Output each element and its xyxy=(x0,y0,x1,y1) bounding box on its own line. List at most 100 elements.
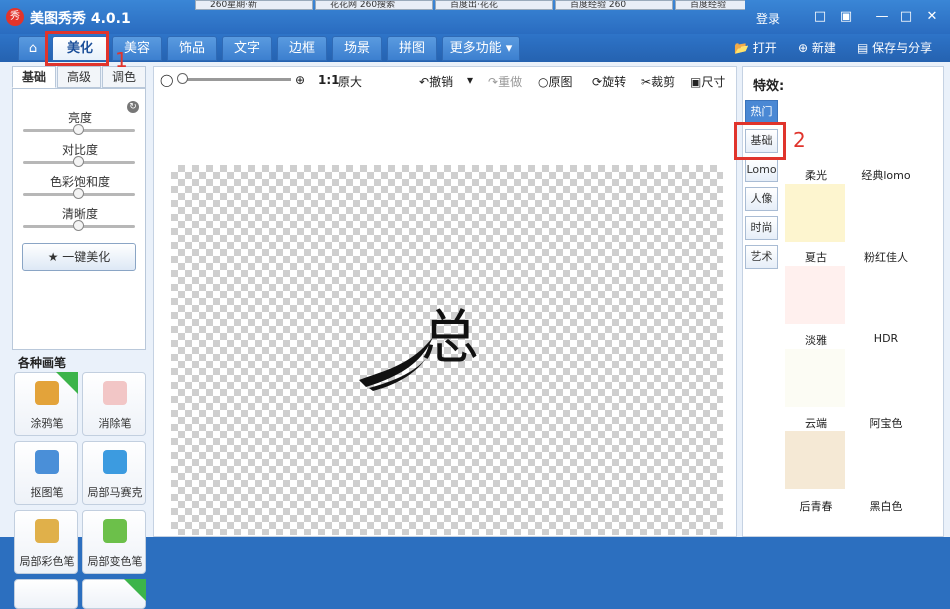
undo-label: 撤销 xyxy=(429,75,454,89)
effect-elegant[interactable]: 淡雅 xyxy=(780,332,852,348)
skin-icon[interactable]: ▣ xyxy=(836,8,856,26)
annotation-marker-1: 1 xyxy=(115,48,128,72)
annotation-marker-2: 2 xyxy=(793,128,806,152)
browser-tab[interactable]: 260星期·新 xyxy=(195,0,313,10)
zoom-slider[interactable] xyxy=(179,78,291,81)
minimize-icon[interactable]: — xyxy=(872,8,892,26)
login-link[interactable]: 登录 xyxy=(756,10,780,27)
eraser-icon xyxy=(103,381,127,405)
recolor-pen-button[interactable]: 局部变色笔 xyxy=(82,510,146,574)
subtab-basic[interactable]: 基础 xyxy=(12,66,56,88)
redo-icon: ↷ xyxy=(488,75,499,89)
maximize-icon[interactable]: □ xyxy=(896,8,916,26)
undo-dropdown-icon[interactable]: ▾ xyxy=(467,73,473,87)
zoom-ratio[interactable]: 1:1 xyxy=(318,73,340,87)
new-button[interactable]: ⊕ 新建 xyxy=(798,39,836,56)
eraser-pen-button[interactable]: 消除笔 xyxy=(82,372,146,436)
effect-youth[interactable]: 后青春 xyxy=(780,498,852,514)
effect-hdr[interactable]: HDR xyxy=(850,332,922,345)
sharpness-knob[interactable] xyxy=(73,220,84,231)
category-fashion[interactable]: 时尚 xyxy=(745,216,778,240)
category-lomo[interactable]: Lomo xyxy=(745,158,778,182)
open-label: 打开 xyxy=(752,41,777,55)
effect-classic-lomo[interactable]: 经典lomo xyxy=(850,167,922,183)
browser-tab[interactable]: 花花网 260搜索 xyxy=(315,0,433,10)
tab-text[interactable]: 文字 xyxy=(222,36,272,61)
subtab-advanced[interactable]: 高级 xyxy=(57,66,101,88)
brush-icon xyxy=(35,381,59,405)
effect-thumbnail[interactable] xyxy=(785,184,845,242)
new-label: 新建 xyxy=(811,41,836,55)
effects-title: 特效: xyxy=(753,79,785,94)
redo-button[interactable]: ↷重做 xyxy=(488,73,522,90)
effect-thumbnail[interactable] xyxy=(785,349,845,407)
brightness-knob[interactable] xyxy=(73,124,84,135)
browser-tab[interactable]: 百度出·花花 xyxy=(435,0,553,10)
browser-tab[interactable]: 百度经验 260 xyxy=(555,0,673,10)
contrast-knob[interactable] xyxy=(73,156,84,167)
crop-button[interactable]: ✂裁剪 xyxy=(641,73,675,90)
effect-soft-light[interactable]: 柔光 xyxy=(780,167,852,183)
rotate-icon: ⟳ xyxy=(592,75,603,89)
circle-icon: ○ xyxy=(538,75,549,89)
plus-icon: ⊕ xyxy=(798,41,809,55)
new-pen-button[interactable] xyxy=(82,579,146,609)
tab-decorations[interactable]: 饰品 xyxy=(167,36,217,61)
folder-icon: 📂 xyxy=(734,41,749,55)
original-size-button[interactable]: 原大 xyxy=(338,73,362,90)
color-pen-button[interactable]: 局部彩色笔 xyxy=(14,510,78,574)
mosaic-pen-button[interactable]: 局部马赛克 xyxy=(82,441,146,505)
zoom-knob[interactable] xyxy=(177,73,188,84)
category-art[interactable]: 艺术 xyxy=(745,245,778,269)
browser-tab[interactable]: 百度经验 xyxy=(675,0,745,10)
resize-label: 尺寸 xyxy=(701,75,726,89)
eraser-pen-label: 消除笔 xyxy=(98,417,132,430)
effect-abao-color[interactable]: 阿宝色 xyxy=(850,415,922,431)
zoom-in-icon[interactable]: ⊕ xyxy=(295,73,305,87)
rotate-button[interactable]: ⟳旋转 xyxy=(592,73,626,90)
category-popular[interactable]: 热门 xyxy=(745,100,778,124)
new-ribbon xyxy=(124,579,146,601)
tab-more-features[interactable]: 更多功能 ▾ xyxy=(442,36,520,61)
more-pen-button[interactable] xyxy=(14,579,78,609)
color-brush-icon xyxy=(35,519,59,543)
effect-pink-lady[interactable]: 粉红佳人 xyxy=(850,249,922,265)
undo-icon: ↶ xyxy=(419,75,430,89)
saturation-knob[interactable] xyxy=(73,188,84,199)
undo-button[interactable]: ↶撤销 xyxy=(419,73,453,90)
open-button[interactable]: 📂 打开 xyxy=(734,39,777,56)
tab-frames[interactable]: 边框 xyxy=(277,36,327,61)
home-icon[interactable]: ⌂ xyxy=(18,36,48,61)
recolor-pen-label: 局部变色笔 xyxy=(87,555,143,568)
feedback-icon[interactable]: □ xyxy=(810,8,830,26)
effect-retro[interactable]: 夏古 xyxy=(780,249,852,265)
annotation-box-2 xyxy=(734,122,786,160)
close-icon[interactable]: ✕ xyxy=(922,8,942,26)
color-pen-label: 局部彩色笔 xyxy=(19,555,75,568)
title-bar: 秀 美图秀秀 4.0.1 260星期·新 花花网 260搜索 百度出·花花 百度… xyxy=(0,0,950,34)
original-image-button[interactable]: ○原图 xyxy=(538,73,573,90)
tab-scenes[interactable]: 场景 xyxy=(332,36,382,61)
save-share-button[interactable]: ▤ 保存与分享 xyxy=(857,39,932,56)
cutout-pen-button[interactable]: 抠图笔 xyxy=(14,441,78,505)
canvas-character: 总 xyxy=(421,303,480,371)
upgrade-ribbon xyxy=(56,372,78,394)
auto-beautify-button[interactable]: ★ 一键美化 xyxy=(22,243,136,271)
effect-cloud[interactable]: 云端 xyxy=(780,415,852,431)
tab-collage[interactable]: 拼图 xyxy=(387,36,437,61)
doodle-pen-button[interactable]: 涂鸦笔 xyxy=(14,372,78,436)
effect-black-white[interactable]: 黑白色 xyxy=(850,498,922,514)
adjustment-box: ↻ 亮度 对比度 色彩饱和度 清晰度 ★ 一键美化 xyxy=(12,88,146,350)
annotation-box-1 xyxy=(45,31,109,66)
resize-button[interactable]: ▣尺寸 xyxy=(690,73,725,90)
category-portrait[interactable]: 人像 xyxy=(745,187,778,211)
scissors-icon: ✂ xyxy=(641,75,652,89)
image-canvas[interactable]: 总 xyxy=(171,165,723,535)
paint-bucket-icon xyxy=(103,519,127,543)
effect-thumbnail[interactable] xyxy=(785,431,845,489)
save-icon: ▤ xyxy=(857,41,869,55)
zoom-out-icon[interactable]: ◯ xyxy=(160,73,173,87)
left-adjust-panel: 基础 高级 调色 ↻ 亮度 对比度 色彩饱和度 清晰度 ★ 一键美化 各种画笔 … xyxy=(8,66,150,609)
effect-thumbnail[interactable] xyxy=(785,266,845,324)
editor-area: ◯ ⊕ 1:1 原大 ↶撤销 ▾ ↷重做 ○原图 ⟳旋转 ✂裁剪 ▣尺寸 总 xyxy=(153,66,737,537)
